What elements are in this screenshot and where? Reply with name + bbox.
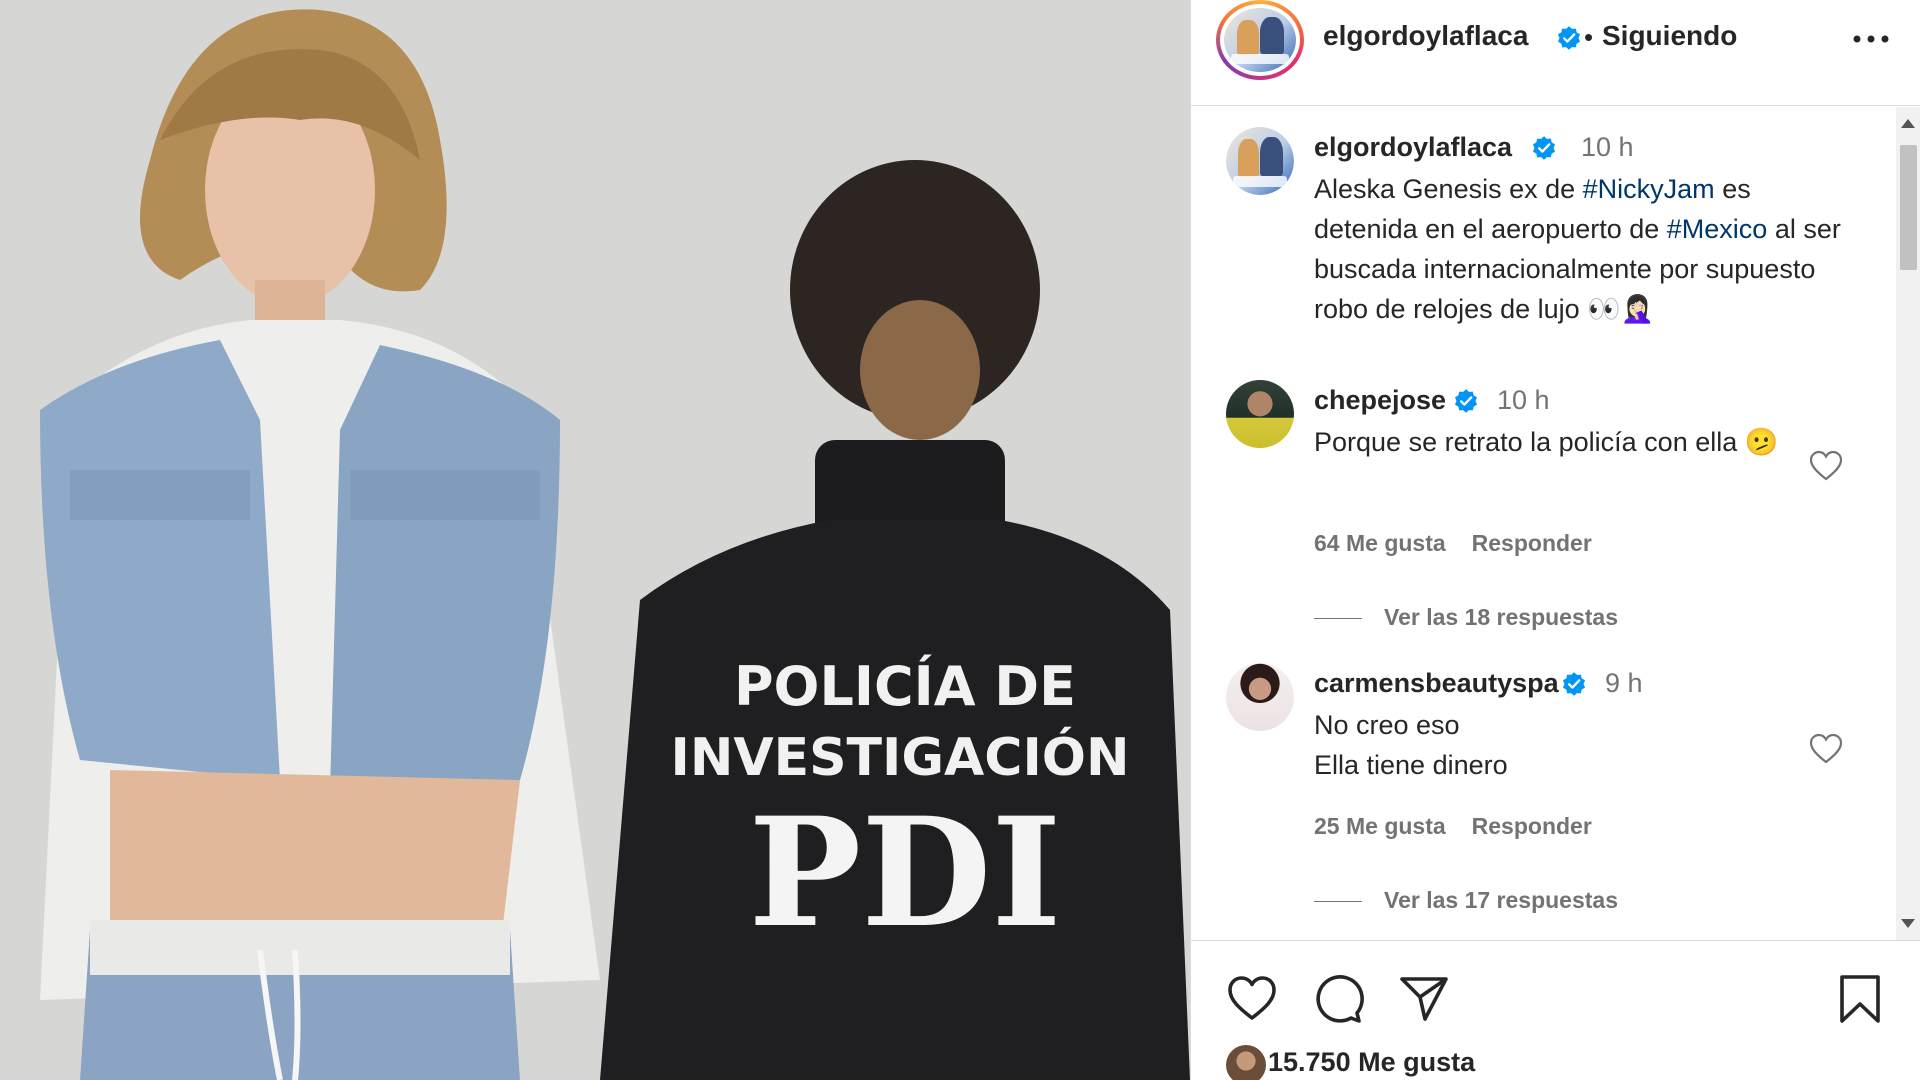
caption-time: 10 h xyxy=(1581,132,1634,162)
verified-badge-icon xyxy=(1557,26,1581,50)
comment-like-count[interactable]: 64 Me gusta xyxy=(1314,530,1446,556)
following-button[interactable]: Siguiendo xyxy=(1602,20,1737,52)
comment-meta: 25 Me gusta Responder xyxy=(1314,813,1618,840)
comments-scrollbar[interactable] xyxy=(1896,107,1920,940)
caption-avatar[interactable] xyxy=(1226,127,1294,195)
jacket-text-line1: POLICÍA DE xyxy=(734,655,1076,718)
post-photo: POLICÍA DE INVESTIGACIÓN PDI xyxy=(0,0,1190,1080)
comment-text-line: Ella tiene dinero xyxy=(1314,750,1508,780)
reply-button[interactable]: Responder xyxy=(1472,530,1592,556)
jacket-text-line3: PDI xyxy=(748,785,1061,961)
view-replies-button[interactable]: Ver las 17 respuestas xyxy=(1314,887,1618,914)
header-username[interactable]: elgordoylaflaca xyxy=(1323,20,1528,52)
view-replies-label[interactable]: Ver las 17 respuestas xyxy=(1384,887,1618,913)
comment-text: Porque se retrato la policía con ella 🫤 xyxy=(1314,427,1779,457)
author-avatar-story-ring[interactable] xyxy=(1216,0,1304,80)
comment-text: No creo eso Ella tiene dinero xyxy=(1314,705,1854,785)
post-header: elgordoylaflaca • Siguiendo xyxy=(1191,0,1920,106)
scrollbar-thumb[interactable] xyxy=(1900,145,1917,270)
view-replies-button[interactable]: Ver las 18 respuestas xyxy=(1314,604,1618,631)
like-heart-icon[interactable] xyxy=(1226,973,1278,1025)
comment-time: 9 h xyxy=(1605,668,1643,698)
caption-username[interactable]: elgordoylaflaca xyxy=(1314,132,1512,163)
post-side-panel: elgordoylaflaca • Siguiendo elgordoylafl… xyxy=(1190,0,1920,1080)
caption-entry: elgordoylaflaca 10 h Aleska Genesis ex d… xyxy=(1191,127,1896,324)
more-options-icon[interactable] xyxy=(1846,24,1896,54)
comments-list: elgordoylaflaca 10 h Aleska Genesis ex d… xyxy=(1191,107,1896,940)
post-image-illustration: POLICÍA DE INVESTIGACIÓN PDI xyxy=(0,0,1190,1080)
save-bookmark-icon[interactable] xyxy=(1834,973,1886,1025)
view-replies-label[interactable]: Ver las 18 respuestas xyxy=(1384,604,1618,630)
replies-divider xyxy=(1314,901,1362,903)
header-separator-dot: • xyxy=(1584,22,1594,52)
post-actions-bar: 15.750 Me gusta xyxy=(1191,940,1920,1080)
scroll-up-arrow-icon[interactable] xyxy=(1901,119,1915,128)
comment-username[interactable]: carmensbeautyspa xyxy=(1314,668,1559,699)
comment-time: 10 h xyxy=(1497,385,1550,415)
post-like-count[interactable]: 15.750 Me gusta xyxy=(1268,1047,1475,1078)
hashtag-link[interactable]: #NickyJam xyxy=(1583,174,1715,204)
comment-like-count[interactable]: 25 Me gusta xyxy=(1314,813,1446,839)
jacket-text-line2: INVESTIGACIÓN xyxy=(670,726,1129,788)
scroll-down-arrow-icon[interactable] xyxy=(1901,919,1915,928)
verified-badge-icon xyxy=(1532,136,1556,160)
replies-divider xyxy=(1314,618,1362,620)
comment-meta: 64 Me gusta Responder xyxy=(1314,530,1618,557)
caption-text: Aleska Genesis ex de #NickyJam es deteni… xyxy=(1314,169,1859,329)
comment-item: carmensbeautyspa 9 h No creo eso Ella ti… xyxy=(1191,663,1896,913)
commenter-avatar[interactable] xyxy=(1226,380,1294,448)
comment-username[interactable]: chepejose xyxy=(1314,385,1446,416)
comment-bubble-icon[interactable] xyxy=(1312,973,1364,1025)
verified-badge-icon xyxy=(1562,672,1586,696)
verified-badge-icon xyxy=(1454,389,1478,413)
caption-text-part: Aleska Genesis ex de xyxy=(1314,174,1583,204)
liker-avatar xyxy=(1226,1045,1266,1080)
share-send-icon[interactable] xyxy=(1398,973,1450,1025)
hashtag-link[interactable]: #Mexico xyxy=(1667,214,1768,244)
comment-like-heart-icon[interactable] xyxy=(1809,733,1843,765)
comment-like-heart-icon[interactable] xyxy=(1809,450,1843,482)
comment-text-line: No creo eso xyxy=(1314,710,1460,740)
author-avatar[interactable] xyxy=(1224,8,1296,72)
reply-button[interactable]: Responder xyxy=(1472,813,1592,839)
commenter-avatar[interactable] xyxy=(1226,663,1294,731)
comment-item: chepejose 10 h Porque se retrato la poli… xyxy=(1191,380,1896,630)
